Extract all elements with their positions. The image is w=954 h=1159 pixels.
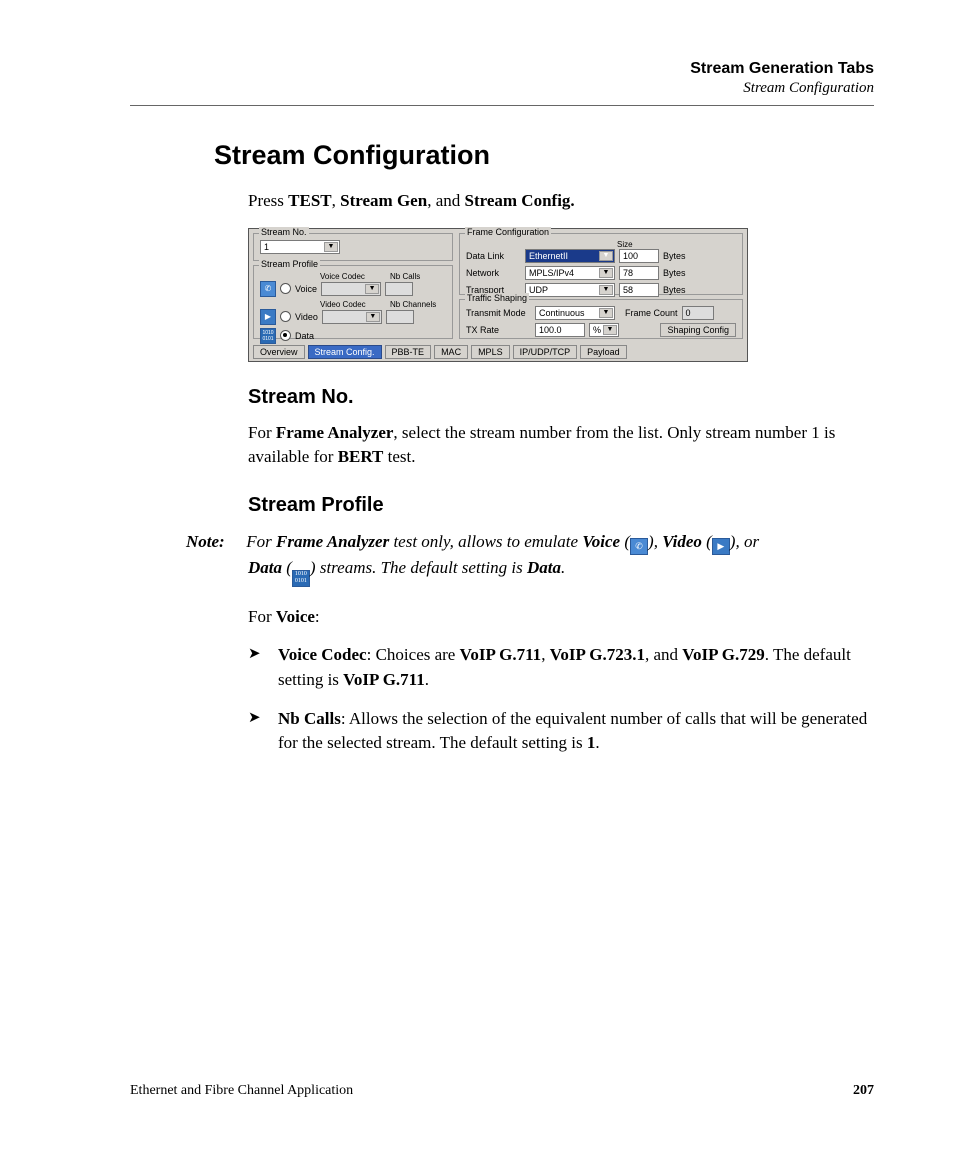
tx-rate-unit-select[interactable]: %▼: [589, 323, 619, 337]
transmit-mode-select[interactable]: Continuous▼: [535, 306, 615, 320]
footer-left: Ethernet and Fibre Channel Application: [130, 1083, 353, 1099]
shaping-config-button[interactable]: Shaping Config: [660, 323, 736, 337]
chevron-down-icon: ▼: [599, 251, 613, 261]
chevron-down-icon: ▼: [324, 242, 338, 252]
network-size-input[interactable]: 78: [619, 266, 659, 280]
header-section: Stream Configuration: [130, 80, 874, 97]
stream-no-paragraph: For Frame Analyzer, select the stream nu…: [248, 421, 874, 470]
voice-codec-select[interactable]: ▼: [321, 282, 381, 296]
list-item: Voice Codec: Choices are VoIP G.711, VoI…: [248, 643, 874, 692]
video-radio[interactable]: [280, 311, 291, 322]
bytes-label: Bytes: [663, 285, 686, 295]
page-number: 207: [853, 1083, 874, 1099]
phone-icon: ✆: [260, 281, 276, 297]
tab-payload[interactable]: Payload: [580, 345, 627, 359]
data-icon: 10100101: [292, 570, 310, 587]
voice-radio-label: Voice: [295, 284, 317, 294]
nb-calls-input[interactable]: [385, 282, 413, 296]
video-radio-label: Video: [295, 312, 318, 322]
data-radio[interactable]: [280, 330, 291, 341]
page-title: Stream Configuration: [214, 140, 874, 171]
video-icon: ▶: [260, 309, 276, 325]
video-codec-select[interactable]: ▼: [322, 310, 382, 324]
tab-ip-udp-tcp[interactable]: IP/UDP/TCP: [513, 345, 578, 359]
transmit-mode-label: Transmit Mode: [466, 308, 531, 318]
video-codec-col-label: Video Codec: [320, 300, 386, 309]
datalink-size-input[interactable]: 100: [619, 249, 659, 263]
voice-codec-col-label: Voice Codec: [320, 272, 386, 281]
header-chapter: Stream Generation Tabs: [130, 60, 874, 78]
data-icon: 10100101: [260, 328, 276, 344]
chevron-down-icon: ▼: [603, 325, 617, 335]
traffic-shaping-group-label: Traffic Shaping: [465, 293, 529, 303]
nb-calls-col-label: Nb Calls: [390, 272, 420, 281]
tab-stream-config[interactable]: Stream Config.: [308, 345, 382, 359]
for-voice-paragraph: For Voice:: [248, 605, 874, 630]
transport-size-input[interactable]: 58: [619, 283, 659, 297]
tab-pbb-te[interactable]: PBB-TE: [385, 345, 432, 359]
nb-channels-input[interactable]: [386, 310, 414, 324]
video-icon: ▶: [712, 538, 730, 555]
frame-count-label: Frame Count: [625, 308, 678, 318]
embedded-ui-panel: Stream No. 1▼ Stream Profile Voice Codec…: [248, 228, 748, 362]
stream-profile-heading: Stream Profile: [248, 494, 874, 517]
frame-count-input[interactable]: 0: [682, 306, 714, 320]
datalink-label: Data Link: [466, 251, 521, 261]
tab-bar: Overview Stream Config. PBB-TE MAC MPLS …: [253, 345, 743, 359]
stream-profile-group-label: Stream Profile: [259, 259, 320, 269]
bytes-label: Bytes: [663, 268, 686, 278]
list-item: Nb Calls: Allows the selection of the eq…: [248, 707, 874, 756]
chevron-down-icon: ▼: [599, 285, 613, 295]
note-label: Note:: [186, 529, 242, 555]
voice-radio[interactable]: [280, 283, 291, 294]
note-paragraph: Note: For Frame Analyzer test only, allo…: [186, 529, 874, 587]
network-select[interactable]: MPLS/IPv4▼: [525, 266, 615, 280]
chevron-down-icon: ▼: [599, 268, 613, 278]
intro-paragraph: Press TEST, Stream Gen, and Stream Confi…: [248, 189, 874, 214]
stream-no-heading: Stream No.: [248, 386, 874, 409]
network-label: Network: [466, 268, 521, 278]
transport-select[interactable]: UDP▼: [525, 283, 615, 297]
size-col-label: Size: [617, 240, 633, 249]
tab-overview[interactable]: Overview: [253, 345, 305, 359]
frame-config-group-label: Frame Configuration: [465, 227, 551, 237]
data-radio-label: Data: [295, 331, 314, 341]
nb-channels-col-label: Nb Channels: [390, 300, 436, 309]
chevron-down-icon: ▼: [599, 308, 613, 318]
stream-no-group-label: Stream No.: [259, 227, 309, 237]
phone-icon: ✆: [630, 538, 648, 555]
header-rule: [130, 105, 874, 106]
tx-rate-input[interactable]: 100.0: [535, 323, 585, 337]
bytes-label: Bytes: [663, 251, 686, 261]
tab-mpls[interactable]: MPLS: [471, 345, 510, 359]
tx-rate-label: TX Rate: [466, 325, 531, 335]
stream-no-select[interactable]: 1▼: [260, 240, 340, 254]
tab-mac[interactable]: MAC: [434, 345, 468, 359]
datalink-select[interactable]: EthernetII▼: [525, 249, 615, 263]
